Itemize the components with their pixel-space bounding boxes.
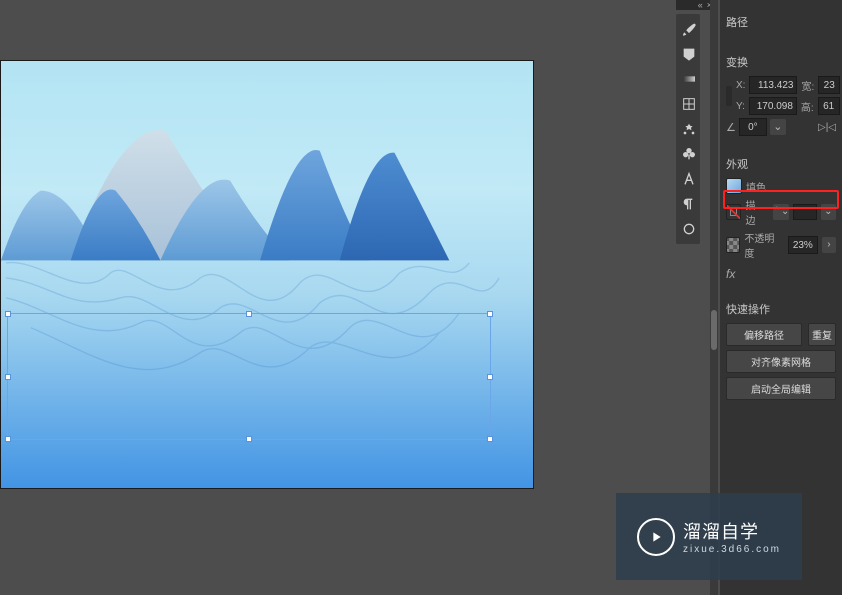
grid-icon[interactable] [678, 93, 700, 115]
y-label: Y: [736, 101, 745, 112]
stroke-weight-stepper[interactable]: ⌃⌄ [773, 204, 789, 220]
circle-icon[interactable] [678, 218, 700, 240]
reference-point[interactable] [726, 86, 732, 106]
club-icon[interactable] [678, 143, 700, 165]
handle-tr[interactable] [487, 311, 493, 317]
paragraph-icon[interactable] [678, 193, 700, 215]
text-icon[interactable] [678, 168, 700, 190]
opacity-swatch[interactable] [726, 237, 740, 253]
shape-icon[interactable] [678, 43, 700, 65]
selection-bounds[interactable] [7, 313, 491, 440]
w-input[interactable] [818, 76, 840, 94]
artboard [1, 61, 533, 488]
handle-br[interactable] [487, 436, 493, 442]
flip-icon[interactable]: ▷|◁ [818, 122, 836, 133]
stroke-weight-input[interactable] [793, 204, 817, 220]
opacity-input[interactable] [788, 236, 818, 254]
watermark: 溜溜自学 zixue.3d66.com [616, 493, 802, 580]
h-label: 高: [801, 99, 814, 114]
opacity-chevron-icon[interactable]: › [822, 237, 836, 253]
symbol-icon[interactable] [678, 118, 700, 140]
handle-tl[interactable] [5, 311, 11, 317]
x-label: X: [736, 80, 745, 91]
h-input[interactable] [818, 97, 840, 115]
handle-bm[interactable] [246, 436, 252, 442]
gradient-icon[interactable] [678, 68, 700, 90]
offset-path-button[interactable]: 偏移路径 [726, 323, 802, 346]
stroke-label: 描边 [745, 197, 764, 227]
fx-button[interactable]: fx [726, 263, 836, 281]
y-input[interactable] [749, 97, 797, 115]
brush-icon[interactable] [678, 18, 700, 40]
angle-input[interactable] [739, 118, 767, 136]
repeat-button[interactable]: 重复 [808, 323, 836, 346]
scroll-thumb[interactable] [711, 310, 717, 350]
handle-tm[interactable] [246, 311, 252, 317]
angle-label: ∠ [726, 121, 736, 134]
watermark-url: zixue.3d66.com [683, 544, 781, 555]
watermark-logo-icon [637, 518, 675, 556]
canvas-area[interactable] [0, 60, 534, 489]
fill-label: 填色 [746, 179, 766, 194]
stroke-swatch[interactable] [726, 204, 741, 220]
fill-swatch[interactable] [726, 178, 742, 194]
handle-bl[interactable] [5, 436, 11, 442]
opacity-label: 不透明度 [744, 230, 779, 260]
watermark-title: 溜溜自学 [683, 518, 781, 544]
stroke-dropdown-icon[interactable]: ⌄ [821, 204, 836, 220]
handle-ml[interactable] [5, 374, 11, 380]
w-label: 宽: [801, 78, 814, 93]
transform-section-label: 变换 [726, 54, 836, 70]
appearance-section-label: 外观 [726, 156, 836, 172]
collapse-left-icon: « [698, 0, 703, 10]
path-section-label: 路径 [726, 0, 836, 34]
isolate-button[interactable]: 启动全局编辑 [726, 377, 836, 400]
angle-dropdown-icon[interactable]: ⌄ [770, 119, 786, 135]
side-toolbar [676, 14, 700, 244]
align-pixel-button[interactable]: 对齐像素网格 [726, 350, 836, 373]
x-input[interactable] [749, 76, 797, 94]
handle-mr[interactable] [487, 374, 493, 380]
quick-actions-label: 快速操作 [726, 301, 836, 317]
